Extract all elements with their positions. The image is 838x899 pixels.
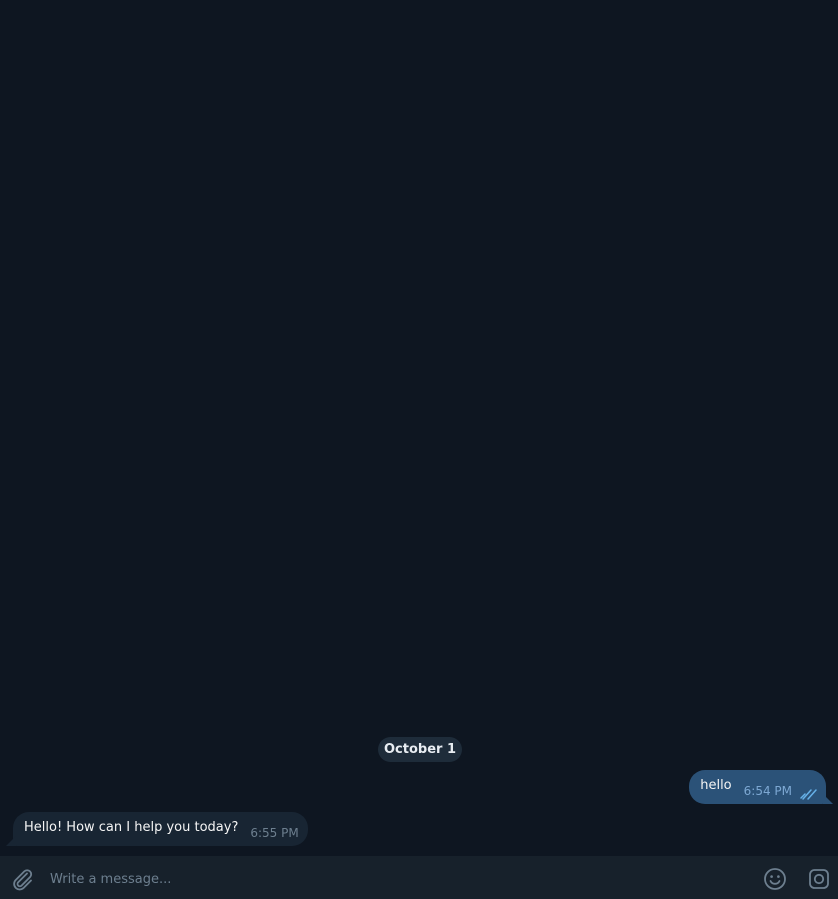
message-text: hello [700,778,732,793]
double-check-icon [800,785,818,800]
message-text: Hello! How can I help you today? [24,820,239,835]
message-time: 6:54 PM [743,784,792,798]
date-separator: October 1 [378,737,462,762]
paperclip-icon[interactable] [10,867,34,891]
message-composer [0,856,838,899]
bubble-tail [6,836,16,846]
outgoing-message[interactable]: hello 6:54 PM [689,770,833,804]
bot-command-icon[interactable] [807,867,831,891]
message-time: 6:55 PM [250,826,299,840]
incoming-message[interactable]: Hello! How can I help you today? 6:55 PM [6,812,308,846]
smiley-icon[interactable] [763,867,787,891]
message-input[interactable] [48,864,742,894]
bubble-tail [823,794,833,804]
chat-history[interactable]: October 1 hello 6:54 PM Hello! How can I… [0,0,838,856]
